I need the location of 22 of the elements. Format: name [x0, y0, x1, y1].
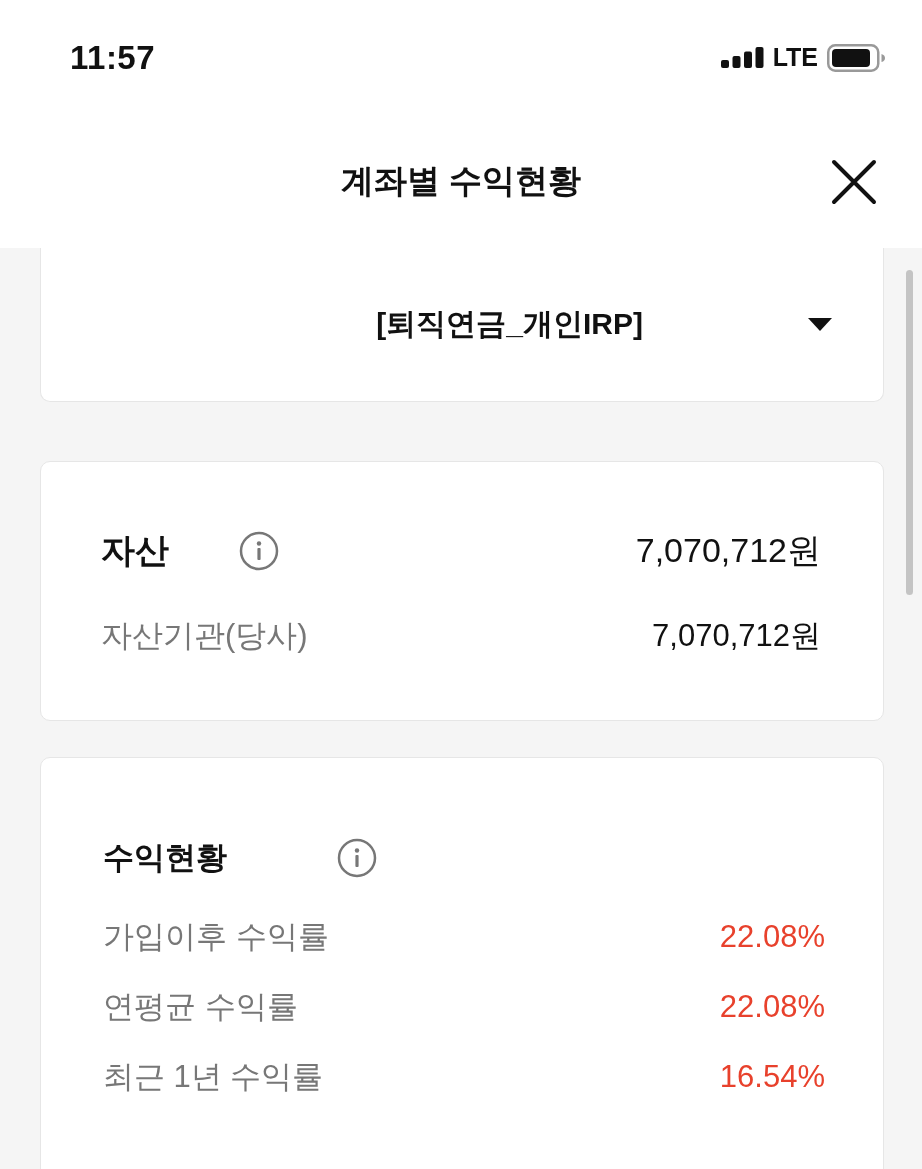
- return-label: 최근 1년 수익률: [103, 1058, 324, 1096]
- return-value: 22.08%: [719, 919, 825, 955]
- info-icon[interactable]: [337, 838, 377, 878]
- returns-title: 수익현황: [103, 839, 227, 877]
- battery-icon: [827, 43, 885, 72]
- close-button[interactable]: [831, 158, 877, 205]
- return-label: 가입이후 수익률: [103, 918, 329, 956]
- header-title: 계좌별 수익현황: [340, 161, 582, 201]
- network-label: LTE: [772, 43, 818, 72]
- return-label: 연평균 수익률: [103, 988, 298, 1026]
- return-value: 16.54%: [719, 1059, 825, 1095]
- total-amount: 7,070,712원: [635, 530, 821, 571]
- signal-icon: [720, 47, 764, 68]
- asset-title: 자산: [101, 530, 169, 571]
- return-value: 22.08%: [719, 989, 825, 1025]
- status-time: 11:57: [70, 38, 157, 77]
- close-icon: [831, 158, 877, 205]
- institution-amount: 7,070,712원: [652, 617, 821, 655]
- account-dropdown[interactable]: [퇴직연금_개인IRP]: [40, 248, 884, 402]
- institution-label: 자산기관(당사): [101, 617, 308, 655]
- info-icon[interactable]: [239, 531, 279, 571]
- caret-icon: [808, 318, 832, 331]
